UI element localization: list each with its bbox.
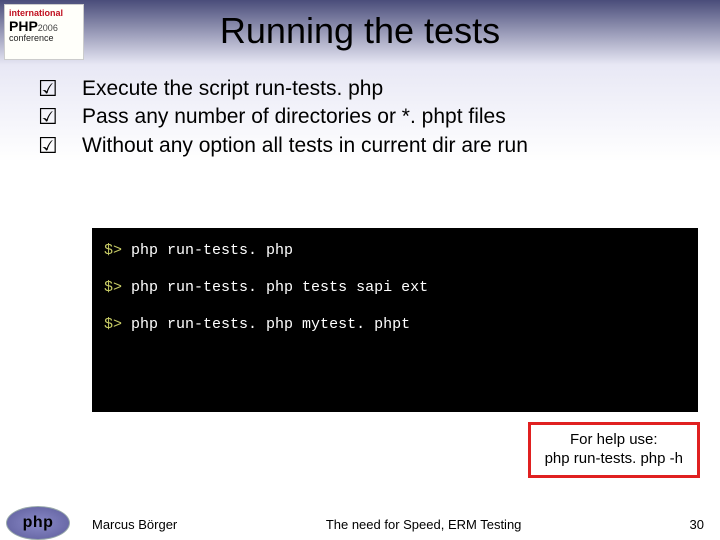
bullet-row: ☑ Pass any number of directories or *. p… — [38, 104, 686, 130]
bullet-text: Pass any number of directories or *. php… — [82, 104, 686, 130]
bullet-text: Without any option all tests in current … — [82, 133, 686, 159]
terminal-line: $> php run-tests. php — [104, 242, 686, 259]
command: php run-tests. php — [131, 242, 293, 259]
terminal-line: $> php run-tests. php tests sapi ext — [104, 279, 686, 296]
prompt: $> — [104, 242, 122, 259]
help-line-1: For help use: — [545, 431, 683, 450]
prompt: $> — [104, 316, 122, 333]
conf-top: international — [9, 8, 63, 18]
help-line-2: php run-tests. php -h — [545, 450, 683, 469]
checkmark-icon: ☑ — [38, 133, 82, 159]
bullet-row: ☑ Execute the script run-tests. php — [38, 76, 686, 102]
help-callout: For help use: php run-tests. php -h — [528, 422, 700, 478]
footer-title: The need for Speed, ERM Testing — [177, 517, 670, 532]
conf-mid: PHP — [9, 18, 38, 34]
conf-bottom: conference — [9, 33, 54, 43]
terminal-block: $> php run-tests. php $> php run-tests. … — [92, 228, 698, 412]
prompt: $> — [104, 279, 122, 296]
conference-logo: international PHP2006 conference — [4, 4, 84, 60]
footer: php Marcus Börger The need for Speed, ER… — [0, 508, 720, 540]
command: php run-tests. php mytest. phpt — [131, 316, 410, 333]
checkmark-icon: ☑ — [38, 76, 82, 102]
slide-title: Running the tests — [0, 0, 720, 52]
bullet-text: Execute the script run-tests. php — [82, 76, 686, 102]
php-logo-icon: php — [6, 506, 70, 540]
checkmark-icon: ☑ — [38, 104, 82, 130]
terminal-line: $> php run-tests. php mytest. phpt — [104, 316, 686, 333]
bullet-list: ☑ Execute the script run-tests. php ☑ Pa… — [38, 76, 686, 159]
page-number: 30 — [670, 517, 720, 532]
command: php run-tests. php tests sapi ext — [131, 279, 428, 296]
bullet-row: ☑ Without any option all tests in curren… — [38, 133, 686, 159]
conf-year: 2006 — [38, 23, 58, 33]
footer-author: Marcus Börger — [92, 517, 177, 532]
